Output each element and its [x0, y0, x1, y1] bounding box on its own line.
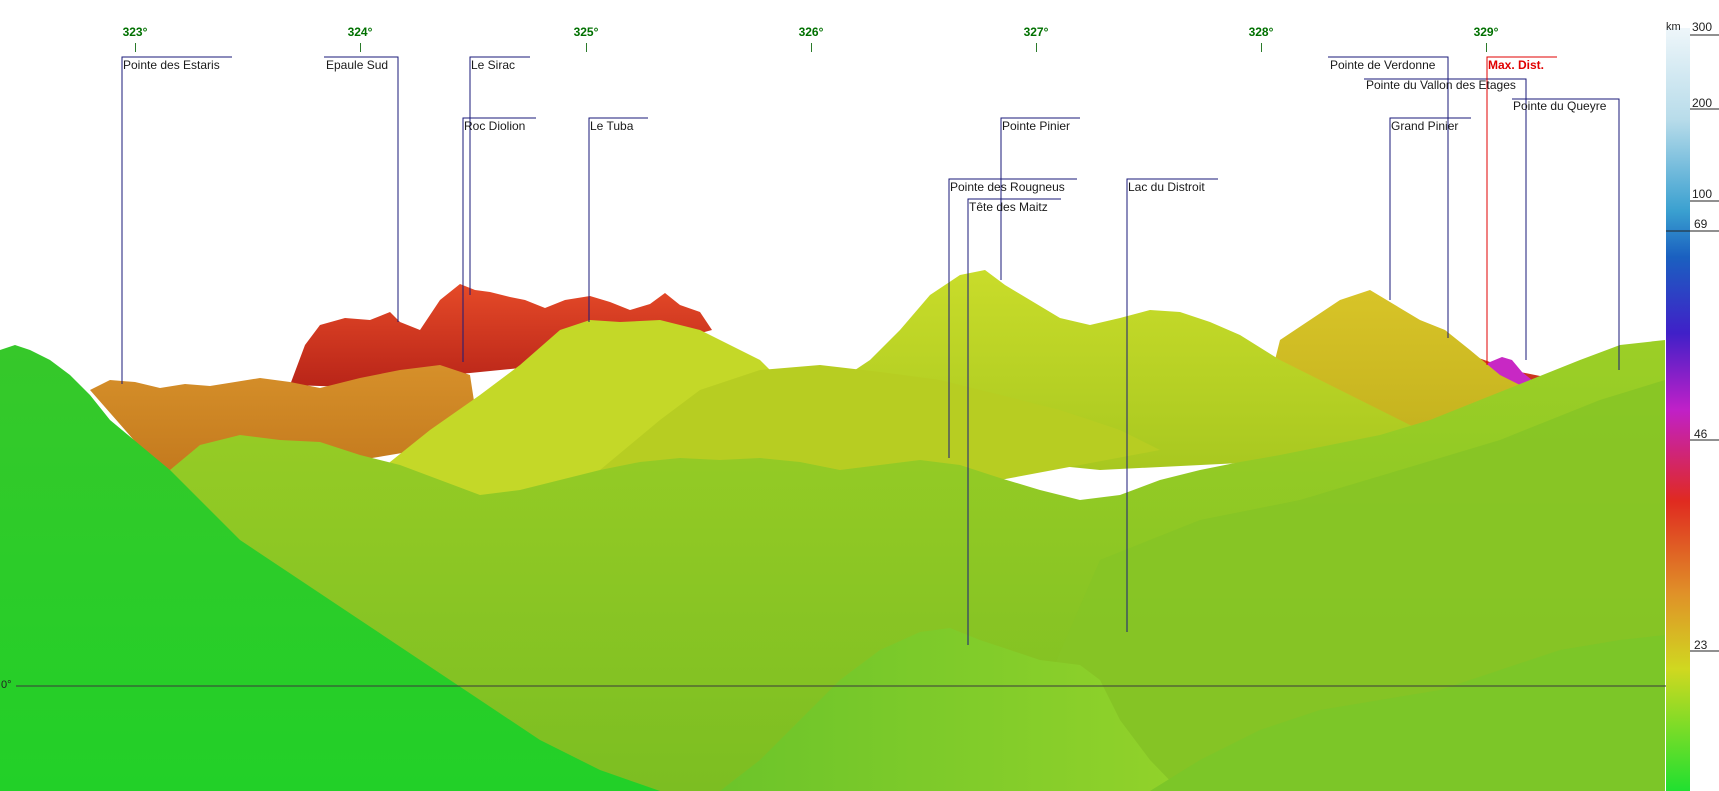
- peak-label[interactable]: Grand Pinier: [1390, 119, 1459, 133]
- peak-label[interactable]: Epaule Sud: [325, 58, 389, 72]
- compass-tick: [1036, 43, 1037, 52]
- peak-label[interactable]: Le Sirac: [470, 58, 516, 72]
- compass-tick: [1261, 43, 1262, 52]
- panorama-view[interactable]: 323° 324° 325° 326° 327° 328° 329° Point…: [0, 0, 1719, 791]
- peak-label[interactable]: Pointe des Estaris: [122, 58, 221, 72]
- compass-tick-label: 324°: [347, 25, 373, 39]
- max-dist-label[interactable]: Max. Dist.: [1487, 58, 1545, 72]
- peak-label[interactable]: Pointe des Rougneus: [949, 180, 1066, 194]
- compass-tick-label: 327°: [1023, 25, 1049, 39]
- compass-tick-label: 323°: [122, 25, 148, 39]
- terrain-render: [0, 28, 1719, 791]
- compass-tick: [586, 43, 587, 52]
- distance-tick-label: 46: [1694, 427, 1708, 441]
- peak-label[interactable]: Pointe du Queyre: [1512, 99, 1607, 113]
- compass-tick: [135, 43, 136, 52]
- compass-tick: [811, 43, 812, 52]
- compass-tick-label: 328°: [1248, 25, 1274, 39]
- peak-label[interactable]: Roc Diolion: [463, 119, 526, 133]
- distance-scale-bar: [1666, 28, 1690, 791]
- compass-tick: [1486, 43, 1487, 52]
- distance-tick-label: 69: [1694, 217, 1708, 231]
- distance-tick-label: 100: [1692, 187, 1713, 201]
- peak-label[interactable]: Le Tuba: [589, 119, 634, 133]
- horizon-label: 0°: [1, 679, 12, 691]
- peak-label[interactable]: Pointe du Vallon des Etages: [1365, 78, 1517, 92]
- compass-tick-label: 329°: [1473, 25, 1499, 39]
- peak-label[interactable]: Pointe de Verdonne: [1329, 58, 1436, 72]
- distance-tick-label: 300: [1692, 20, 1713, 34]
- peak-label[interactable]: Pointe Pinier: [1001, 119, 1071, 133]
- compass-tick-label: 325°: [573, 25, 599, 39]
- compass-tick-label: 326°: [798, 25, 824, 39]
- peak-label[interactable]: Tête des Maitz: [968, 200, 1049, 214]
- distance-unit: km: [1666, 21, 1681, 33]
- distance-tick-label: 23: [1694, 638, 1708, 652]
- peak-label[interactable]: Lac du Distroit: [1127, 180, 1206, 194]
- compass-tick: [360, 43, 361, 52]
- distance-tick-label: 200: [1692, 96, 1713, 110]
